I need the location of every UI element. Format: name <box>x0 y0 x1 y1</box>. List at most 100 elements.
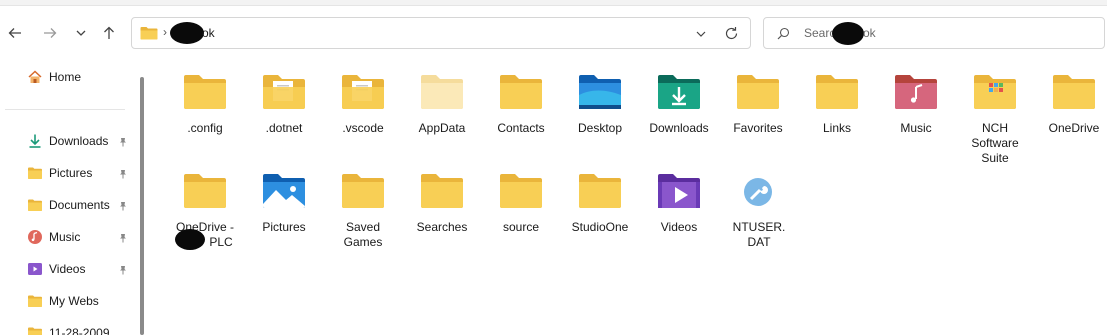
folder-light-icon <box>421 75 463 109</box>
folder-item-studioone[interactable]: StudioOne <box>564 172 636 242</box>
downloads-folder-icon <box>658 75 700 109</box>
folder-item-favorites[interactable]: Favorites <box>722 73 794 143</box>
folder-icon <box>140 27 158 40</box>
sidebar-item-label: Documents <box>49 198 110 212</box>
search-placeholder-suffix: ok <box>863 26 876 40</box>
sidebar-item-11-28-2009[interactable]: 11-28-2009 <box>27 322 137 335</box>
folder-icon <box>579 174 621 208</box>
sidebar-item-my-webs[interactable]: My Webs <box>27 290 137 312</box>
settings-file-icon <box>744 178 772 206</box>
folder-grid-icon <box>974 75 1016 109</box>
pin-icon[interactable] <box>118 169 128 179</box>
folder-docs-icon <box>263 75 305 109</box>
folder-icon <box>184 75 226 109</box>
arrow-left-icon <box>8 28 21 38</box>
item-label: source <box>502 220 540 234</box>
breadcrumb-separator: › <box>163 25 167 39</box>
folder-item-appdata[interactable]: AppData <box>406 73 478 143</box>
folder-item-config[interactable]: .config <box>169 73 241 143</box>
folder-item-dotnet[interactable]: .dotnet <box>248 73 320 143</box>
sidebar-item-home[interactable]: Home <box>27 66 137 88</box>
sidebar-item-label: Downloads <box>49 134 109 148</box>
folder-item-downloads[interactable]: Downloads <box>643 73 715 143</box>
folder-item-desktop[interactable]: Desktop <box>564 73 636 143</box>
folder-item-saved-games[interactable]: Saved Games <box>327 172 399 252</box>
folder-item-pictures[interactable]: Pictures <box>248 172 320 242</box>
redaction-mark <box>170 22 204 44</box>
folder-icon <box>421 174 463 208</box>
folder-icon <box>500 174 542 208</box>
folder-icon <box>737 75 779 109</box>
folder-item-onedrive-plc[interactable]: OneDrive - PLC <box>169 172 241 252</box>
chevron-down-icon <box>76 30 86 36</box>
item-label: .vscode <box>342 121 384 135</box>
item-label: StudioOne <box>571 220 629 234</box>
item-label: NTUSER.DAT <box>732 220 786 249</box>
desktop-folder-icon <box>579 75 621 109</box>
folder-docs-icon <box>342 75 384 109</box>
home-icon <box>28 70 42 83</box>
pin-icon[interactable] <box>118 233 128 243</box>
navigation-pane: Home Downloads Pictures Documents Music … <box>0 60 150 335</box>
item-label: .dotnet <box>265 121 303 135</box>
download-icon <box>29 134 41 148</box>
folder-icon <box>500 75 542 109</box>
address-bar[interactable]: › ok <box>131 17 751 49</box>
sidebar-item-label: My Webs <box>49 294 99 308</box>
arrow-up-icon <box>104 26 114 39</box>
item-label: Links <box>822 121 851 135</box>
folder-icon <box>28 167 42 179</box>
music-icon <box>28 230 42 244</box>
item-label: Searches <box>416 220 468 234</box>
item-label: NCH Software Suite <box>971 121 1019 165</box>
videos-folder-icon <box>658 174 700 208</box>
sidebar-scrollbar[interactable] <box>140 77 144 335</box>
up-button[interactable] <box>98 22 120 44</box>
item-label: Contacts <box>497 121 545 135</box>
folder-icon <box>342 174 384 208</box>
item-label: Pictures <box>262 220 306 234</box>
folder-icon <box>28 199 42 211</box>
recent-locations-button[interactable] <box>70 22 92 44</box>
folder-item-nch-software-suite[interactable]: NCH Software Suite <box>959 73 1031 165</box>
breadcrumb-current[interactable]: ok <box>202 26 215 40</box>
pin-icon[interactable] <box>118 265 128 275</box>
folder-icon <box>28 295 42 307</box>
folder-icon <box>184 174 226 208</box>
music-folder-icon <box>895 75 937 109</box>
item-label: Music <box>900 121 932 135</box>
folder-item-onedrive[interactable]: OneDrive <box>1038 73 1107 143</box>
folder-item-videos[interactable]: Videos <box>643 172 715 242</box>
forward-button[interactable] <box>39 22 61 44</box>
folder-icon <box>28 327 42 335</box>
pictures-folder-icon <box>263 174 305 208</box>
item-label: OneDrive <box>1048 121 1100 135</box>
folder-item-source[interactable]: source <box>485 172 557 242</box>
item-label: Desktop <box>577 121 623 135</box>
arrow-right-icon <box>44 28 57 38</box>
search-icon <box>777 27 790 40</box>
folder-item-music[interactable]: Music <box>880 73 952 143</box>
sidebar-divider <box>5 109 125 110</box>
folder-icon <box>816 75 858 109</box>
redaction-mark <box>832 22 864 45</box>
pin-icon[interactable] <box>118 201 128 211</box>
item-label: AppData <box>418 121 466 135</box>
folder-item-searches[interactable]: Searches <box>406 172 478 242</box>
folder-item-contacts[interactable]: Contacts <box>485 73 557 143</box>
window-top-edge <box>0 0 1107 6</box>
file-item-ntuser-dat[interactable]: NTUSER.DAT <box>722 172 794 252</box>
item-label-line2: PLC <box>209 235 233 249</box>
sidebar-item-label: Pictures <box>49 166 93 180</box>
folder-item-vscode[interactable]: .vscode <box>327 73 399 143</box>
search-box[interactable]: Search ok <box>763 17 1105 49</box>
pin-icon[interactable] <box>118 137 128 147</box>
back-button[interactable] <box>4 22 26 44</box>
chevron-down-icon[interactable] <box>694 27 708 41</box>
videos-icon <box>28 263 42 275</box>
item-label: Videos <box>660 220 698 234</box>
item-label: .config <box>187 121 223 135</box>
folder-item-links[interactable]: Links <box>801 73 873 143</box>
refresh-icon[interactable] <box>724 26 739 41</box>
sidebar-item-label: Music <box>49 230 81 244</box>
